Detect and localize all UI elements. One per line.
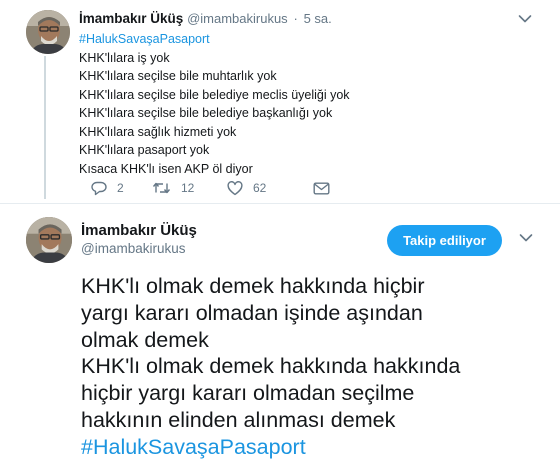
like-icon xyxy=(227,180,243,195)
tweet-text: KHK'lı olmak demek hakkında hiçbir yargı… xyxy=(81,273,551,461)
retweet-icon xyxy=(152,182,171,194)
hashtag-link[interactable]: #HalukSavaşaPasaport xyxy=(79,30,519,49)
tweet-line: KHK'lılara iş yok xyxy=(79,50,170,65)
thread-connector-line xyxy=(44,56,46,199)
tweet-line: KHK'lı olmak demek hakkında hiçbir xyxy=(81,274,425,298)
tweet-actions: 2 12 62 xyxy=(79,179,399,197)
hashtag-link[interactable]: #HalukSavaşaPasaport xyxy=(81,434,551,461)
following-button[interactable]: Takip ediliyor xyxy=(387,225,502,256)
avatar-photo xyxy=(26,10,70,54)
author-handle[interactable]: @imambakirukus xyxy=(81,241,185,256)
retweet-count: 12 xyxy=(181,181,195,195)
author-name[interactable]: İmambakır Üküş xyxy=(79,11,183,26)
reply-tweet[interactable]: İmambakır Üküş @imambakirukus · 5 sa. #H… xyxy=(0,0,560,203)
tweet-timestamp[interactable]: 5 sa. xyxy=(304,11,332,26)
tweet-line: KHK'lılara seçilse bile muhtarlık yok xyxy=(79,69,277,83)
author-handle[interactable]: @imambakirukus xyxy=(187,11,288,26)
like-button[interactable]: 62 xyxy=(227,179,266,197)
tweet-line: KHK'lılara sağlık hizmeti yok xyxy=(79,124,237,139)
author-name[interactable]: İmambakır Üküş xyxy=(81,222,197,239)
chevron-down-icon[interactable] xyxy=(518,14,532,24)
like-count: 62 xyxy=(253,181,267,195)
avatar-photo xyxy=(26,217,72,263)
reply-icon xyxy=(91,181,107,195)
tweet-line: olmak demek xyxy=(81,327,209,352)
direct-message-button[interactable] xyxy=(313,179,330,197)
tweet-line: yargı kararı olmadan işinde aşından xyxy=(81,300,423,325)
tweet-header: İmambakır Üküş @imambakirukus · 5 sa. xyxy=(79,11,332,29)
tweet-line: hiçbir yargı kararı olmadan seçilme xyxy=(81,381,415,406)
tweet-line: KHK'lı olmak demek hakkında hakkında xyxy=(81,354,461,379)
avatar[interactable] xyxy=(26,217,72,263)
tweet-line: Kısaca KHK'lı isen AKP öl diyor xyxy=(79,161,253,176)
tweet-line: KHK'lılara pasaport yok xyxy=(79,143,210,157)
retweet-button[interactable]: 12 xyxy=(152,179,194,197)
avatar[interactable] xyxy=(26,10,70,54)
direct-message-icon xyxy=(313,182,330,195)
separator-dot: · xyxy=(293,11,298,26)
tweet-line: hakkının elinden alınması demek xyxy=(81,407,396,432)
tweet-text: #HalukSavaşaPasaport KHK'lılara iş yok K… xyxy=(79,30,519,178)
tweet-divider xyxy=(0,203,560,204)
chevron-down-icon[interactable] xyxy=(519,233,533,243)
reply-count: 2 xyxy=(117,181,124,195)
reply-button[interactable]: 2 xyxy=(91,179,124,197)
tweet-line: KHK'lılara seçilse bile belediye başkanl… xyxy=(79,106,333,120)
tweet-line: KHK'lılara seçilse bile belediye meclis … xyxy=(79,87,350,102)
